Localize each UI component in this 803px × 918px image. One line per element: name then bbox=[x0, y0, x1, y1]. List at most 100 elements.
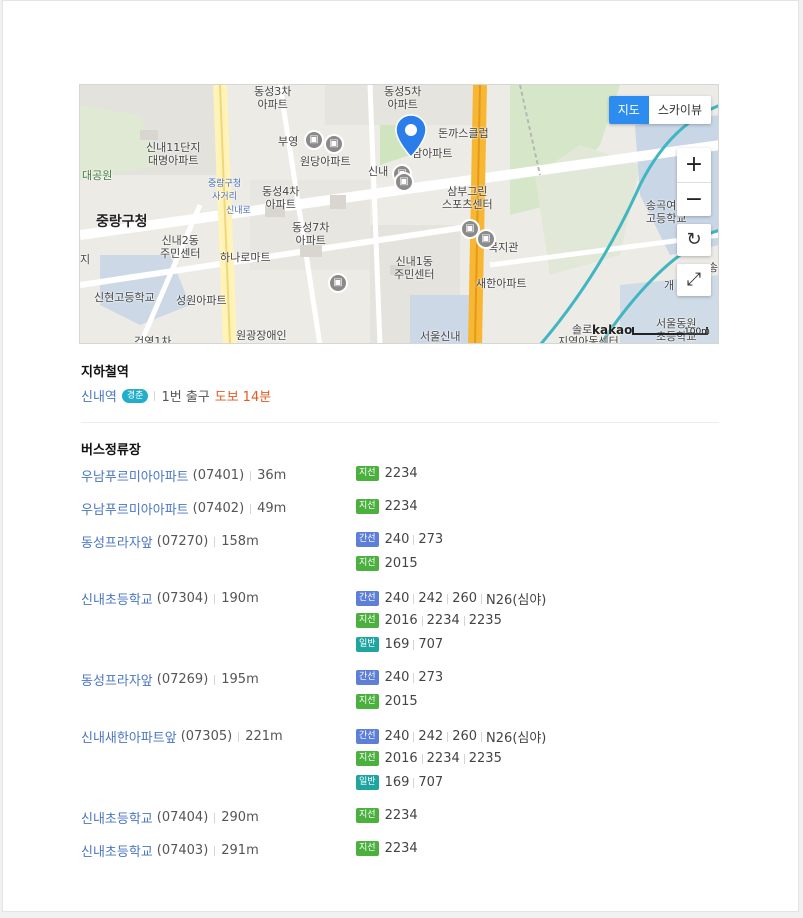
bus-stop-marker-icon[interactable]: ▣ bbox=[328, 273, 348, 293]
bus-type-badge: 지선 bbox=[356, 751, 379, 766]
bus-stop-marker-icon[interactable]: ▣ bbox=[394, 172, 414, 192]
bus-route-number[interactable]: 2016 bbox=[385, 613, 418, 628]
bus-route-number[interactable]: N26(심야) bbox=[486, 727, 546, 746]
bus-route-number[interactable]: 2015 bbox=[385, 556, 418, 571]
map-label-ji: 지 bbox=[80, 253, 91, 266]
bus-route-number[interactable]: 240 bbox=[385, 670, 410, 685]
bus-stop-name-link[interactable]: 신내초등학교 bbox=[81, 589, 153, 608]
walk-time: 14분 bbox=[242, 390, 272, 405]
map-label-donkkaseu: 돈까스클럽 bbox=[438, 127, 489, 140]
map-label-seoul-sinnae: 서울신내 bbox=[420, 330, 461, 343]
bus-stop-row: 신내초등학교 (07403) 291m bbox=[81, 841, 259, 860]
skyview-button[interactable]: 스카이뷰 bbox=[648, 96, 711, 124]
bus-stop-marker-icon[interactable]: ▣ bbox=[324, 134, 344, 154]
divider bbox=[214, 593, 216, 604]
map-label-dongseong4: 동성4차 아파트 bbox=[262, 185, 300, 211]
bus-route-group: 지선 2234 bbox=[356, 499, 418, 514]
bus-type-badge: 지선 bbox=[356, 694, 379, 709]
bus-route-group: 일반 169 707 bbox=[356, 775, 443, 790]
bus-route-number[interactable]: 169 bbox=[385, 637, 410, 652]
zoom-out-button[interactable]: − bbox=[677, 182, 711, 216]
location-map[interactable]: 동성3차 아파트 동성5차 아파트 돈까스클럽 신내11단지 대명아파트 부영 … bbox=[79, 84, 719, 344]
bus-stop-name-link[interactable]: 우남푸르미아아파트 bbox=[81, 499, 189, 518]
bus-route-group: 일반 169 707 bbox=[356, 637, 443, 652]
subway-section-title: 지하철역 bbox=[81, 365, 129, 380]
bus-route-number[interactable]: 260 bbox=[452, 729, 477, 744]
map-label-gae: 개 bbox=[664, 279, 675, 292]
bus-stop-row: 동성프라자앞 (07270) 158m bbox=[81, 532, 259, 551]
bus-type-badge: 지선 bbox=[356, 466, 379, 481]
bus-stop-name-link[interactable]: 신내초등학교 bbox=[81, 841, 153, 860]
bus-type-badge: 간선 bbox=[356, 670, 379, 685]
bus-route-number[interactable]: 2235 bbox=[469, 751, 502, 766]
bus-route-number[interactable]: 260 bbox=[452, 591, 477, 606]
location-pin-icon bbox=[394, 113, 428, 163]
bus-stop-distance: 195m bbox=[221, 672, 259, 687]
kakao-logo: kakao bbox=[592, 323, 633, 337]
map-label-buyeong: 부영 bbox=[278, 135, 299, 148]
map-label-saehan: 새한아파트 bbox=[476, 277, 527, 290]
bus-route-number[interactable]: 2015 bbox=[385, 694, 418, 709]
bus-route-number[interactable]: 707 bbox=[418, 637, 443, 652]
bus-route-number[interactable]: 2016 bbox=[385, 751, 418, 766]
bus-stop-row: 신내새한아파트앞 (07305) 221m bbox=[81, 727, 283, 746]
bus-route-number[interactable]: 240 bbox=[385, 532, 410, 547]
bus-route-number[interactable]: 707 bbox=[418, 775, 443, 790]
bus-route-number[interactable]: 242 bbox=[418, 591, 443, 606]
bus-route-number[interactable]: 240 bbox=[385, 729, 410, 744]
bus-stop-row: 우남푸르미아아파트 (07401) 36m bbox=[81, 466, 286, 485]
bus-route-number[interactable]: 2234 bbox=[385, 808, 418, 823]
bus-stop-name-link[interactable]: 동성프라자앞 bbox=[81, 670, 153, 689]
bus-stop-code: (07304) bbox=[156, 591, 209, 606]
bus-route-number[interactable]: 2234 bbox=[385, 841, 418, 856]
divider bbox=[214, 674, 216, 685]
bus-section-title: 버스정류장 bbox=[81, 443, 141, 458]
bus-route-number[interactable]: 2234 bbox=[427, 613, 460, 628]
bus-type-badge: 일반 bbox=[356, 637, 379, 652]
map-label-sinnae-ro: 신내로 bbox=[226, 206, 251, 216]
zoom-in-button[interactable]: + bbox=[677, 148, 711, 182]
bus-stop-row: 동성프라자앞 (07269) 195m bbox=[81, 670, 259, 689]
divider bbox=[447, 731, 449, 742]
bus-route-number[interactable]: 242 bbox=[418, 729, 443, 744]
bus-route-group: 간선 240 273 bbox=[356, 670, 443, 685]
bus-stop-code: (07270) bbox=[156, 534, 209, 549]
bus-route-number[interactable]: N26(심야) bbox=[486, 589, 546, 608]
subway-station-row: 신내역 경춘 1번 출구 도보 14분 bbox=[81, 386, 271, 405]
bus-stop-code: (07269) bbox=[156, 672, 209, 687]
divider bbox=[421, 753, 423, 764]
bus-route-number[interactable]: 2234 bbox=[385, 499, 418, 514]
map-label-wondang: 원당아파트 bbox=[300, 155, 351, 168]
map-label-junggu-crossing: 중랑구청 사거리 bbox=[208, 179, 242, 202]
bus-stop-name-link[interactable]: 우남푸르미아아파트 bbox=[81, 466, 189, 485]
bus-route-number[interactable]: 169 bbox=[385, 775, 410, 790]
divider bbox=[481, 731, 483, 742]
refresh-button[interactable]: ↻ bbox=[677, 224, 711, 256]
bus-stop-code: (07305) bbox=[180, 729, 233, 744]
map-view-button[interactable]: 지도 bbox=[608, 96, 649, 124]
bus-stop-distance: 36m bbox=[257, 468, 287, 483]
bus-route-number[interactable]: 2235 bbox=[469, 613, 502, 628]
divider bbox=[238, 731, 240, 742]
subway-station-link[interactable]: 신내역 bbox=[81, 386, 117, 405]
bus-route-number[interactable]: 273 bbox=[418, 670, 443, 685]
divider bbox=[214, 845, 216, 856]
map-label-seongwon: 성원아파트 bbox=[176, 294, 227, 307]
bus-route-number[interactable]: 2234 bbox=[385, 466, 418, 481]
divider bbox=[413, 593, 415, 604]
bus-stop-distance: 291m bbox=[221, 843, 259, 858]
bus-stop-name-link[interactable]: 신내새한아파트앞 bbox=[81, 727, 177, 746]
bus-stop-name-link[interactable]: 동성프라자앞 bbox=[81, 532, 153, 551]
bus-route-number[interactable]: 240 bbox=[385, 591, 410, 606]
bus-route-group: 간선 240 242 260 N26(심야) bbox=[356, 589, 546, 608]
bus-route-number[interactable]: 2234 bbox=[427, 751, 460, 766]
divider bbox=[250, 503, 252, 514]
map-label-sinnae11: 신내11단지 대명아파트 bbox=[146, 141, 201, 167]
fullscreen-button[interactable]: ⤢ bbox=[677, 264, 711, 296]
divider bbox=[250, 470, 252, 481]
bus-stop-marker-icon[interactable]: ▣ bbox=[476, 229, 496, 249]
bus-stop-marker-icon[interactable]: ▣ bbox=[304, 130, 324, 150]
bus-route-group: 지선 2234 bbox=[356, 841, 418, 856]
bus-stop-name-link[interactable]: 신내초등학교 bbox=[81, 808, 153, 827]
bus-route-number[interactable]: 273 bbox=[418, 532, 443, 547]
